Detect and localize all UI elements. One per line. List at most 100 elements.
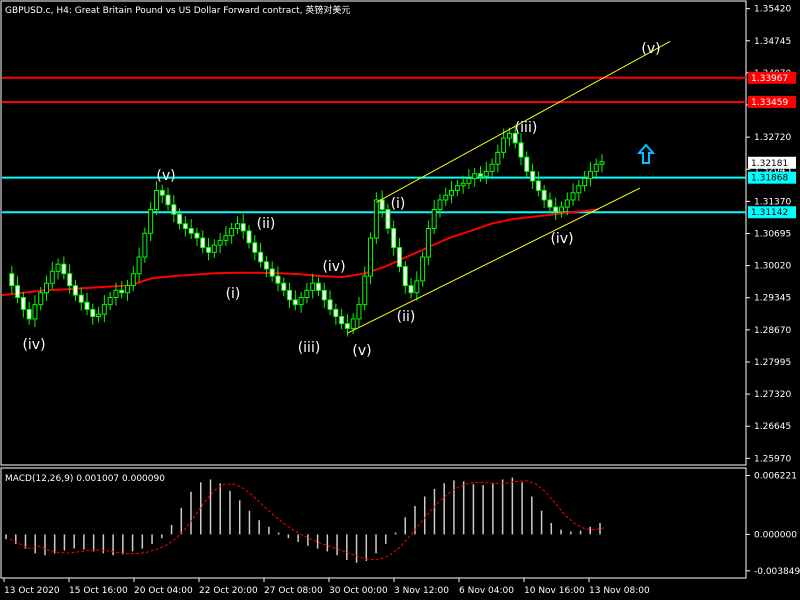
trend-channel[interactable]	[347, 41, 671, 334]
candle-body	[130, 273, 136, 287]
moving-average-line	[1, 208, 599, 297]
candle-body	[570, 192, 576, 201]
time-tick-label: 3 Nov 12:00	[394, 586, 449, 596]
candle-body	[275, 275, 281, 284]
price-tick-label: 1.26645	[754, 422, 791, 432]
candle-body	[263, 261, 269, 270]
time-tick-label: 20 Oct 04:00	[134, 586, 193, 596]
candle-body	[113, 289, 119, 299]
macd-title: MACD(12,26,9) 0.001007 0.000090	[5, 474, 165, 484]
time-tick-label: 15 Oct 16:00	[69, 586, 128, 596]
price-tick-label: 1.27320	[754, 390, 791, 400]
candle-body	[454, 185, 460, 191]
candle-body	[125, 285, 131, 294]
candle-body	[304, 289, 310, 299]
wave-label: (ii)	[257, 216, 276, 232]
price-series	[9, 125, 605, 337]
candle-body	[206, 247, 212, 253]
chart-title: GBPUSD.c, H4: Great Britain Pound vs US …	[5, 4, 350, 16]
wave-label: (v)	[156, 168, 175, 184]
candle-body	[350, 318, 356, 329]
up-arrow-icon	[636, 143, 656, 164]
candle-body	[252, 242, 258, 253]
time-tick-label: 13 Oct 2020	[4, 586, 60, 596]
wave-label: (v)	[352, 343, 371, 359]
candle-body	[460, 182, 466, 187]
price-tick-label: 1.27995	[754, 358, 791, 368]
current-price-text: 1.32181	[751, 159, 788, 169]
candle-body	[391, 228, 397, 249]
time-tick-label: 6 Nov 04:00	[459, 586, 514, 596]
candle-body	[506, 132, 512, 139]
macd-indicator	[5, 477, 605, 563]
candle-body	[501, 137, 507, 153]
candle-body	[344, 323, 350, 329]
macd-tick-label: -0.003849	[754, 567, 800, 577]
price-tick-label: 1.28670	[754, 326, 791, 336]
candle-body	[211, 244, 217, 253]
candle-body	[281, 282, 287, 291]
price-tick-label: 1.25970	[754, 454, 791, 464]
candle-body	[246, 230, 252, 244]
candle-body	[148, 208, 154, 234]
candle-body	[558, 206, 564, 213]
main-plot-frame	[0, 0, 747, 466]
candle-body	[177, 213, 183, 225]
candle-body	[119, 289, 125, 294]
candle-body	[414, 280, 420, 294]
candle-body	[136, 256, 142, 275]
candle-body	[553, 206, 559, 213]
candle-body	[477, 173, 483, 177]
candle-body	[379, 199, 385, 210]
candle-body	[535, 180, 541, 191]
candle-body	[9, 273, 15, 287]
candle-body	[15, 285, 21, 299]
candle-body	[385, 208, 391, 230]
candle-body	[61, 263, 67, 275]
candle-body	[240, 223, 246, 232]
candle-body	[78, 294, 84, 303]
candle-body	[373, 199, 379, 239]
candle-body	[466, 178, 472, 184]
wave-label: (v)	[641, 41, 660, 57]
candle-body	[234, 223, 240, 230]
macd-tick-label: 0.000000	[754, 530, 797, 540]
candle-body	[564, 199, 570, 208]
up-arrow-shape	[636, 143, 656, 164]
time-axis: 13 Oct 2020 15 Oct 16:00 20 Oct 04:00 22 Oc…	[3, 578, 650, 596]
wave-label: (i)	[226, 286, 241, 302]
candle-body	[90, 308, 96, 318]
candle-body	[425, 228, 431, 258]
wave-label: (iv)	[550, 231, 573, 247]
time-tick-label: 22 Oct 20:00	[199, 586, 258, 596]
candle-body	[402, 266, 408, 287]
candle-body	[489, 163, 495, 172]
candle-body	[368, 237, 374, 277]
candle-body	[524, 156, 530, 172]
candle-body	[327, 299, 333, 310]
candle-body	[315, 282, 321, 291]
candle-body	[362, 275, 368, 306]
candle-body	[229, 228, 235, 237]
candle-body	[396, 247, 402, 268]
level-price-label: 1.31142	[751, 208, 788, 218]
candle-body	[223, 235, 229, 241]
macd-tick-label: 0.006221	[754, 471, 797, 481]
candle-body	[333, 308, 339, 318]
candle-body	[84, 301, 90, 310]
candle-body	[587, 170, 593, 180]
candle-body	[495, 151, 501, 165]
level-price-label: 1.31868	[751, 174, 788, 184]
candle-body	[26, 308, 32, 320]
wave-label: (iv)	[22, 337, 45, 353]
candle-body	[188, 228, 194, 234]
candle-body	[171, 204, 177, 215]
candle-body	[310, 282, 316, 291]
candle-body	[356, 304, 362, 320]
price-chart: GBPUSD.c, H4: Great Britain Pound vs US …	[0, 0, 800, 596]
wave-label: (iv)	[322, 259, 345, 275]
candle-body	[547, 199, 553, 208]
candle-body	[287, 289, 293, 301]
current-price-label: 1.32181	[748, 156, 796, 169]
price-tick-label: 1.30020	[754, 262, 791, 272]
